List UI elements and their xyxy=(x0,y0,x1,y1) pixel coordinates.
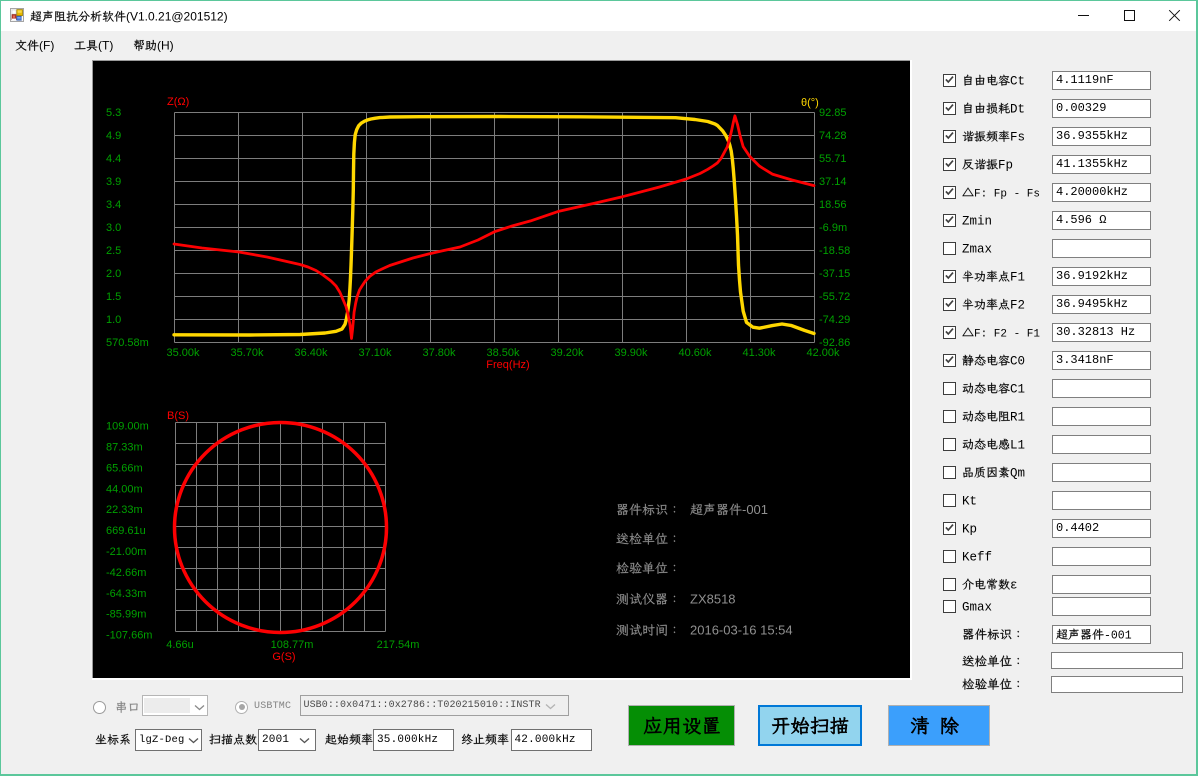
svg-text:35.70k: 35.70k xyxy=(230,347,264,359)
svg-text:74.28: 74.28 xyxy=(819,130,847,142)
svg-text:F1: F1 xyxy=(1010,270,1025,284)
svg-text:C0: C0 xyxy=(1010,354,1025,368)
svg-text:F: Fp - Fs: F: Fp - Fs xyxy=(974,188,1040,200)
svg-text:ε: ε xyxy=(1010,578,1018,592)
svg-text:3.9: 3.9 xyxy=(106,176,121,188)
svg-text:39.20k: 39.20k xyxy=(550,347,584,359)
svg-text:-85.99m: -85.99m xyxy=(106,609,146,621)
svg-text:55.71: 55.71 xyxy=(819,153,847,165)
svg-text:Keff: Keff xyxy=(962,550,992,564)
svg-text:37.10k: 37.10k xyxy=(358,347,392,359)
svg-text:38.50k: 38.50k xyxy=(486,347,520,359)
svg-text:(F): (F) xyxy=(39,38,54,52)
svg-text:ZX8518: ZX8518 xyxy=(690,592,736,607)
svg-text:37.14: 37.14 xyxy=(819,176,847,188)
svg-text:217.54m: 217.54m xyxy=(377,639,420,651)
svg-text:3.0: 3.0 xyxy=(106,222,121,234)
svg-text:(H): (H) xyxy=(157,38,174,52)
svg-text:-55.72: -55.72 xyxy=(819,291,850,303)
svg-text:C1: C1 xyxy=(1010,382,1025,396)
svg-text:18.56: 18.56 xyxy=(819,199,847,211)
svg-text:F: F2 - F1: F: F2 - F1 xyxy=(974,328,1040,340)
svg-text:40.60k: 40.60k xyxy=(678,347,712,359)
svg-text:4.4: 4.4 xyxy=(106,153,121,165)
svg-text:-64.33m: -64.33m xyxy=(106,588,146,600)
svg-text:Ct: Ct xyxy=(1010,74,1025,88)
svg-text:39.90k: 39.90k xyxy=(614,347,648,359)
svg-text:36.40k: 36.40k xyxy=(294,347,328,359)
svg-text:4.9: 4.9 xyxy=(106,130,121,142)
svg-text:-107.66m: -107.66m xyxy=(106,630,152,642)
svg-text:-21.00m: -21.00m xyxy=(106,546,146,558)
svg-text:669.61u: 669.61u xyxy=(106,525,146,537)
svg-text:θ(°): θ(°) xyxy=(801,97,819,109)
svg-text:Dt: Dt xyxy=(1010,102,1025,116)
svg-text:Qm: Qm xyxy=(1010,466,1025,480)
svg-text:(T): (T) xyxy=(98,38,113,52)
svg-text:-42.66m: -42.66m xyxy=(106,567,146,579)
svg-text:F2: F2 xyxy=(1010,298,1025,312)
svg-text:Gmax: Gmax xyxy=(962,601,992,615)
svg-text:2.5: 2.5 xyxy=(106,245,121,257)
svg-text:1.0: 1.0 xyxy=(106,314,121,326)
svg-text:44.00m: 44.00m xyxy=(106,483,143,495)
svg-text:22.33m: 22.33m xyxy=(106,504,143,516)
svg-text:1.5: 1.5 xyxy=(106,291,121,303)
svg-text:2016-03-16 15:54: 2016-03-16 15:54 xyxy=(690,623,793,638)
svg-text:-37.15: -37.15 xyxy=(819,268,850,280)
svg-text:(V1.0.21@201512): (V1.0.21@201512) xyxy=(126,9,228,23)
svg-text:-001: -001 xyxy=(1104,629,1132,642)
svg-text:5.3: 5.3 xyxy=(106,107,121,119)
svg-text:2.0: 2.0 xyxy=(106,268,121,280)
svg-text:Kp: Kp xyxy=(962,522,977,536)
svg-text:35.00k: 35.00k xyxy=(166,347,200,359)
svg-text:Zmin: Zmin xyxy=(962,214,992,228)
svg-text:Zmax: Zmax xyxy=(962,242,992,256)
svg-text:Kt: Kt xyxy=(962,494,977,508)
svg-text:41.30k: 41.30k xyxy=(742,347,776,359)
svg-text:L1: L1 xyxy=(1010,438,1025,452)
svg-text:42.00k: 42.00k xyxy=(806,347,840,359)
svg-text:Z(Ω): Z(Ω) xyxy=(167,96,189,108)
svg-text:-6.9m: -6.9m xyxy=(819,222,847,234)
svg-text:Fp: Fp xyxy=(998,158,1013,172)
svg-text:92.85: 92.85 xyxy=(819,107,847,119)
svg-text:65.66m: 65.66m xyxy=(106,462,143,474)
svg-text:87.33m: 87.33m xyxy=(106,442,143,454)
svg-text:-001: -001 xyxy=(742,502,768,517)
svg-text:4.66u: 4.66u xyxy=(166,639,194,651)
svg-text:3.4: 3.4 xyxy=(106,199,121,211)
svg-text:-74.29: -74.29 xyxy=(819,314,850,326)
svg-text:-18.58: -18.58 xyxy=(819,245,850,257)
svg-text:Fs: Fs xyxy=(1010,130,1025,144)
svg-text:108.77m: 108.77m xyxy=(271,639,314,651)
svg-text:109.00m: 109.00m xyxy=(106,421,149,433)
svg-text:B(S): B(S) xyxy=(167,410,189,422)
svg-text:R1: R1 xyxy=(1010,410,1025,424)
svg-text:37.80k: 37.80k xyxy=(422,347,456,359)
svg-text:G(S): G(S) xyxy=(272,651,295,663)
svg-text:570.58m: 570.58m xyxy=(106,337,149,349)
svg-text:Freq(Hz): Freq(Hz) xyxy=(486,359,529,371)
